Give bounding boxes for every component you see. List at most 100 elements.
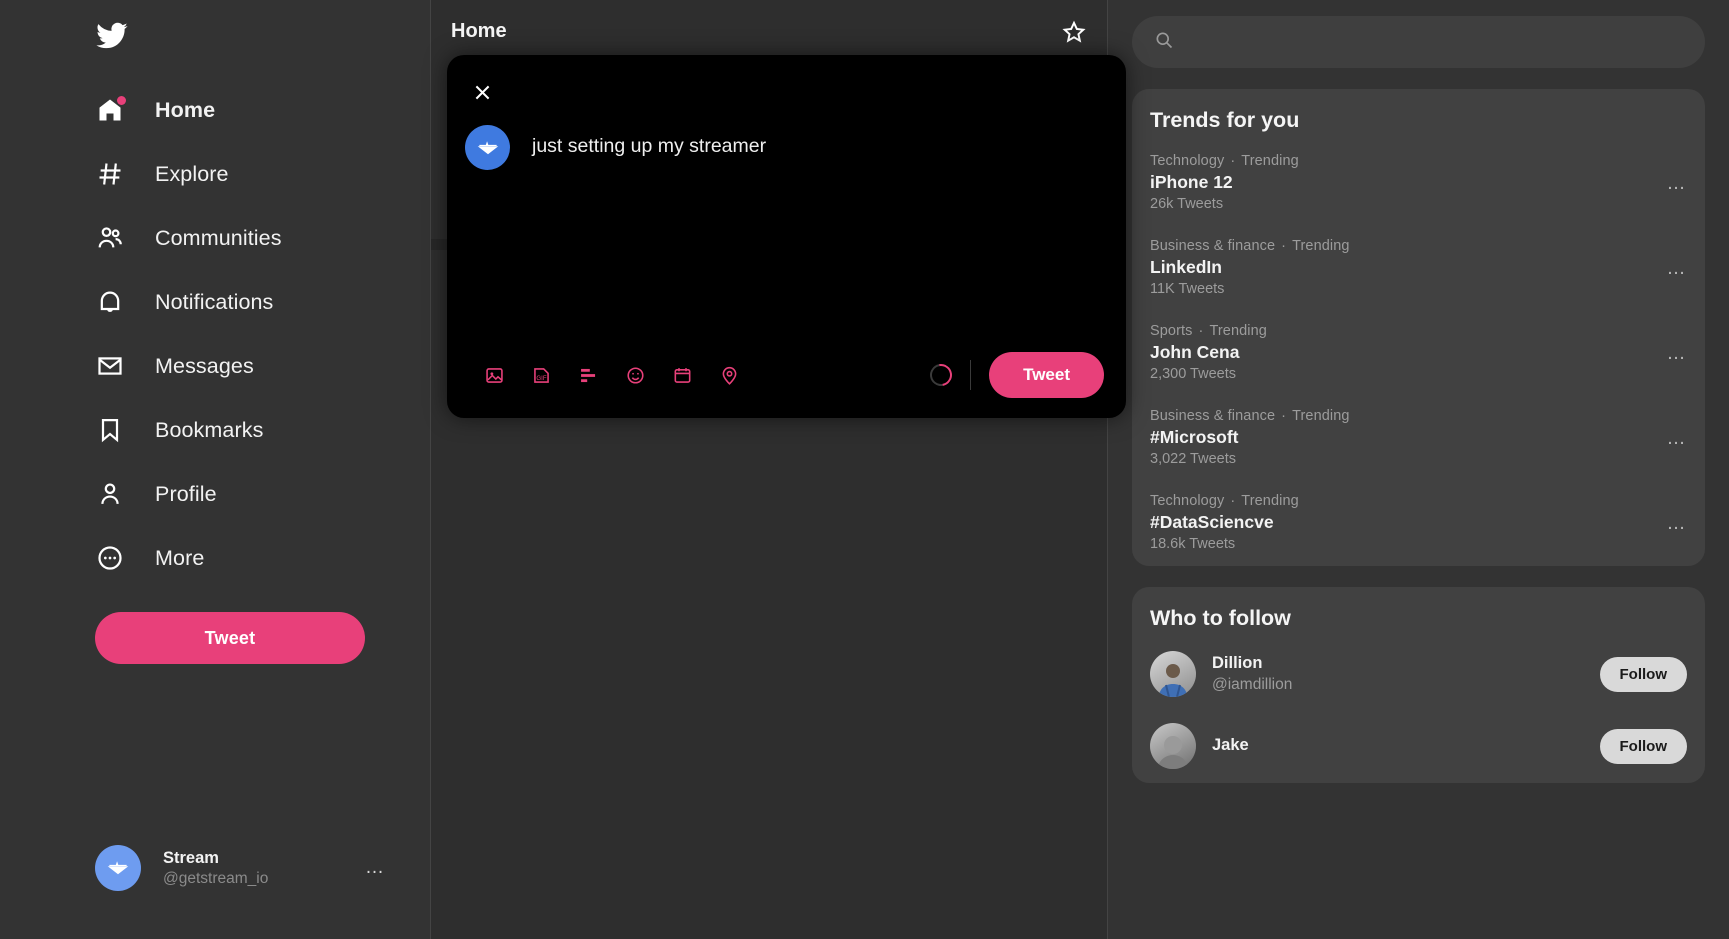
sidebar-item-messages[interactable]: Messages [95,334,430,398]
trend-count: 3,022 Tweets [1150,451,1236,467]
trend-more-icon[interactable]: … [1667,513,1688,535]
follow-name: Jake [1212,736,1249,755]
trend-more-icon[interactable]: … [1667,258,1688,280]
bookmark-icon [95,415,125,445]
list-item[interactable]: Dillion @iamdillion Follow [1132,639,1705,711]
trend-count: 2,300 Tweets [1150,366,1236,382]
twitter-bird-icon[interactable] [95,14,139,58]
sidebar-item-bookmarks[interactable]: Bookmarks [95,398,430,462]
who-to-follow-title: Who to follow [1150,606,1291,630]
hashtag-icon [95,159,125,189]
trend-name: #DataSciencve [1150,512,1274,532]
sidebar-item-label: Bookmarks [155,417,264,442]
who-to-follow-card: Who to follow Dillion @iamdillion Follow… [1132,587,1705,783]
follow-name: Dillion [1212,654,1263,673]
right-sidebar: Trends for you Technology · Trending iPhon… [1108,0,1729,939]
search-input[interactable] [1188,33,1683,51]
trend-meta: Technology · Trending [1150,493,1687,509]
list-item-text: Dillion @iamdillion [1212,653,1292,695]
trend-separator: · [1281,238,1287,254]
account-more-icon[interactable]: … [365,857,385,879]
trend-name: John Cena [1150,342,1240,362]
sidebar-item-communities[interactable]: Communities [95,206,430,270]
list-item[interactable]: Jake Follow [1132,711,1705,783]
account-handle: @getstream_io [163,869,269,887]
trend-meta: Sports · Trending [1150,323,1687,339]
tweet-text-input[interactable]: just setting up my streamer [532,125,766,170]
follow-handle: @iamdillion [1212,675,1293,693]
sidebar-item-label: More [155,545,205,570]
sidebar-item-profile[interactable]: Profile [95,462,430,526]
trend-separator: · [1230,493,1236,509]
search-icon [1154,30,1174,55]
close-icon[interactable] [465,75,499,109]
search-box[interactable] [1132,16,1705,68]
composer-tools: GIF [477,358,746,392]
sidebar-item-home[interactable]: Home [95,78,430,142]
page-title: Home [451,20,507,42]
home-notification-dot [117,96,126,105]
envelope-icon [95,351,125,381]
trend-separator: · [1230,153,1236,169]
schedule-icon[interactable] [665,358,699,392]
follow-button[interactable]: Follow [1599,656,1687,692]
twitter-app: Home Explore Communities Notifications M… [0,0,1729,939]
account-name: Stream [163,848,219,867]
trend-item[interactable]: Business & finance · Trending LinkedIn 11K… [1132,226,1705,311]
trends-title: Trends for you [1150,108,1300,132]
trend-category: Business & finance [1150,238,1276,254]
sidebar-item-label: Profile [155,481,217,506]
person-icon [95,479,125,509]
sidebar-item-more[interactable]: More [95,526,430,590]
character-count-progress [925,359,957,391]
trend-item[interactable]: Business & finance · Trending #Microsoft 3… [1132,396,1705,481]
trend-status: Trending [1209,323,1267,339]
follow-button[interactable]: Follow [1599,728,1687,764]
sidebar-item-notifications[interactable]: Notifications [95,270,430,334]
trend-count: 26k Tweets [1150,196,1224,212]
trend-more-icon[interactable]: … [1667,343,1688,365]
sidebar-item-label: Messages [155,353,254,378]
sidebar-item-label: Home [155,97,216,122]
sidebar-nav: Home Explore Communities Notifications M… [95,78,430,590]
poll-icon[interactable] [571,358,605,392]
sidebar-item-label: Explore [155,161,229,186]
center-header: Home [431,0,1107,63]
account-switcher[interactable]: Stream @getstream_io … [95,845,385,891]
trend-item[interactable]: Technology · Trending iPhone 12 26k Tweets… [1132,141,1705,226]
trend-category: Business & finance [1150,408,1276,424]
more-circle-icon [95,543,125,573]
avatar [95,845,141,891]
trend-name: #Microsoft [1150,427,1239,447]
trend-more-icon[interactable]: … [1667,428,1688,450]
trend-item[interactable]: Technology · Trending #DataSciencve 18.6k … [1132,481,1705,566]
left-sidebar: Home Explore Communities Notifications M… [0,0,430,939]
gif-icon[interactable]: GIF [524,358,558,392]
trend-meta: Business & finance · Trending [1150,408,1687,424]
modal-footer: GIF Tweet [447,332,1126,418]
modal-body: just setting up my streamer [447,55,1126,170]
people-icon [95,223,125,253]
bell-icon [95,287,125,317]
avatar [1150,723,1196,769]
trend-name: iPhone 12 [1150,172,1233,192]
trend-status: Trending [1241,153,1299,169]
trend-meta: Business & finance · Trending [1150,238,1687,254]
star-icon[interactable] [1061,19,1087,45]
trends-card: Trends for you Technology · Trending iPhon… [1132,89,1705,566]
trend-name: LinkedIn [1150,257,1222,277]
trend-separator: · [1198,323,1204,339]
svg-text:GIF: GIF [536,374,546,381]
trend-separator: · [1281,408,1287,424]
image-icon[interactable] [477,358,511,392]
location-icon[interactable] [712,358,746,392]
trend-status: Trending [1292,238,1350,254]
emoji-icon[interactable] [618,358,652,392]
trend-more-icon[interactable]: … [1667,173,1688,195]
sidebar-item-explore[interactable]: Explore [95,142,430,206]
modal-tweet-button[interactable]: Tweet [989,352,1104,398]
account-text: Stream @getstream_io [163,848,268,889]
sidebar-tweet-button[interactable]: Tweet [95,612,365,664]
trend-item[interactable]: Sports · Trending John Cena 2,300 Tweets … [1132,311,1705,396]
modal-footer-right: Tweet [925,352,1104,398]
